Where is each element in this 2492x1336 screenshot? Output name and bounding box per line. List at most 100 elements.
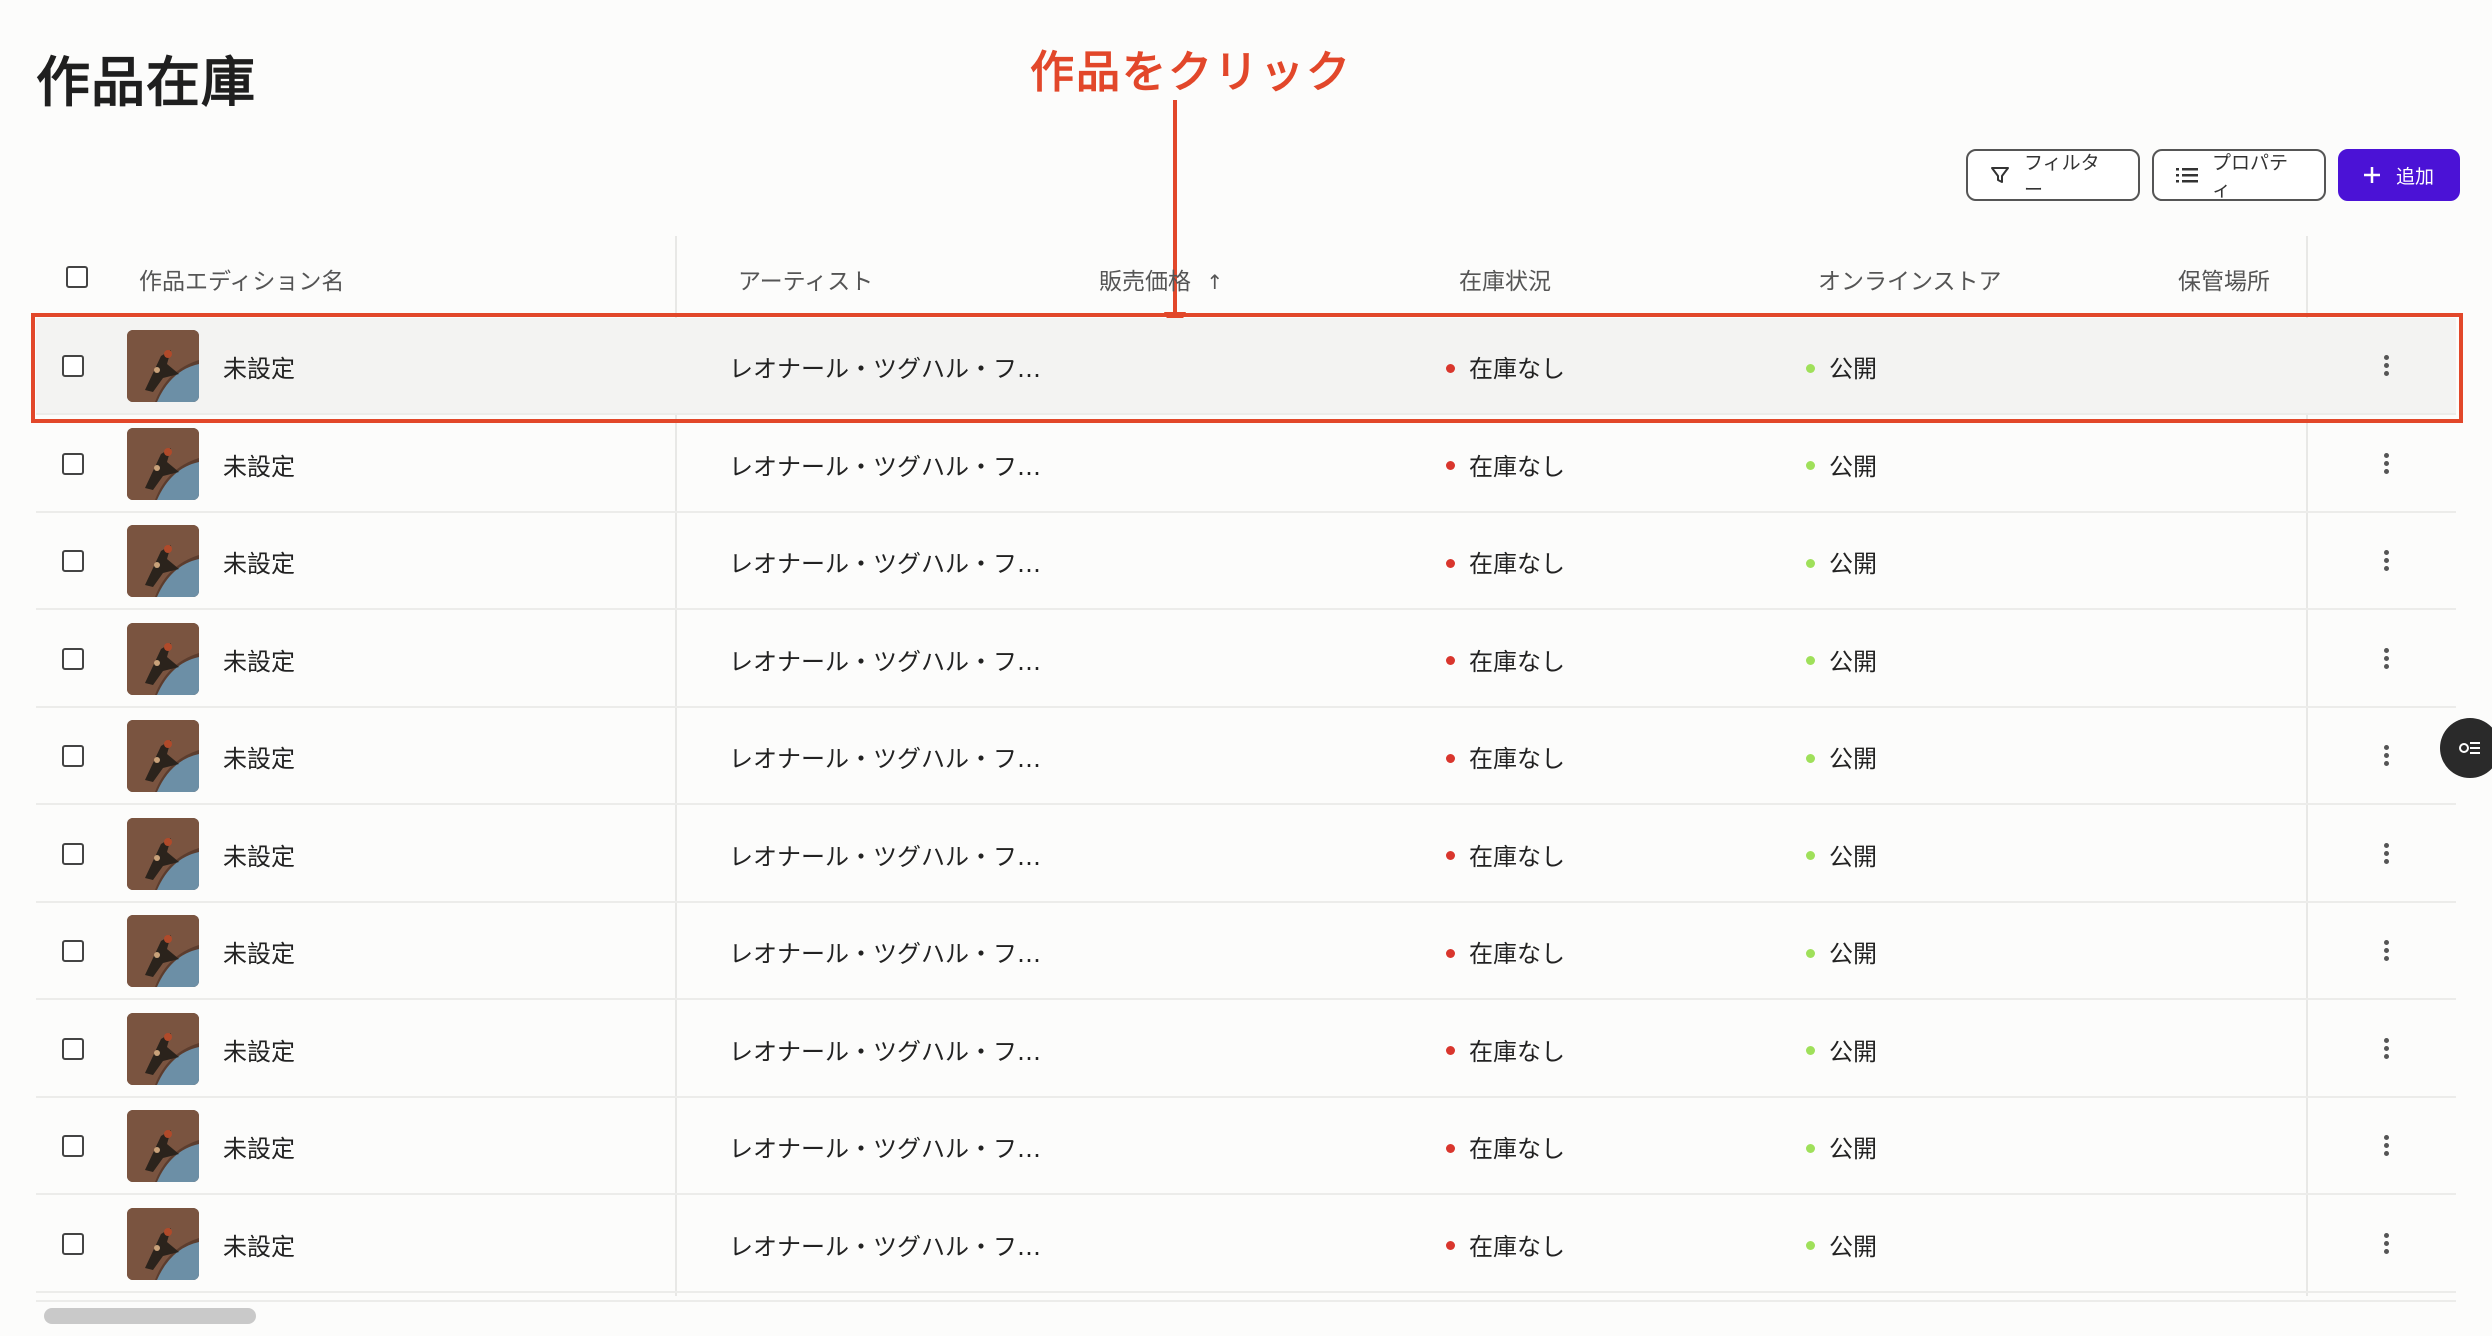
row-checkbox[interactable] xyxy=(62,1037,84,1060)
artwork-thumbnail[interactable] xyxy=(127,525,199,597)
artwork-thumbnail[interactable] xyxy=(127,817,199,890)
row-stock-status: 在庫なし xyxy=(1446,642,1565,677)
row-menu-icon[interactable] xyxy=(2376,840,2396,870)
row-menu-icon[interactable] xyxy=(2376,742,2396,772)
add-button[interactable]: 追加 xyxy=(2338,149,2460,201)
row-name[interactable]: 未設定 xyxy=(223,739,295,774)
row-menu-icon[interactable] xyxy=(2376,450,2396,480)
column-header-price-label: 販売価格 xyxy=(1099,269,1191,295)
published-dot-icon xyxy=(1806,1046,1815,1055)
table-header: 作品エディション名 アーティスト 販売価格 ↑ 在庫状況 オンラインストア 保管… xyxy=(36,244,2456,310)
row-name[interactable]: 未設定 xyxy=(223,447,295,482)
row-checkbox[interactable] xyxy=(62,940,84,962)
column-header-location[interactable]: 保管場所 xyxy=(2178,262,2270,296)
row-store-label: 公開 xyxy=(1829,355,1877,383)
table-row[interactable]: 未設定 レオナール・ツグハル・フ… 在庫なし 公開 xyxy=(36,611,2456,708)
row-store-label: 公開 xyxy=(1829,940,1877,968)
artwork-thumbnail[interactable] xyxy=(127,427,199,500)
row-name[interactable]: 未設定 xyxy=(223,1227,295,1262)
row-artist: レオナール・ツグハル・フ… xyxy=(729,1037,1041,1066)
row-checkbox[interactable] xyxy=(62,842,84,865)
list-icon xyxy=(2176,168,2198,183)
row-store-status: 公開 xyxy=(1806,544,1877,579)
row-stock-status: 在庫なし xyxy=(1446,1129,1565,1164)
table-row[interactable]: 未設定 レオナール・ツグハル・フ… 在庫なし 公開 xyxy=(36,806,2456,903)
published-dot-icon xyxy=(1806,656,1815,665)
row-artist: レオナール・ツグハル・フ… xyxy=(729,940,1041,968)
row-name[interactable]: 未設定 xyxy=(223,1129,295,1164)
row-store-status: 公開 xyxy=(1806,1032,1877,1067)
row-checkbox[interactable] xyxy=(62,1135,84,1157)
artwork-thumbnail[interactable] xyxy=(127,720,199,792)
row-store-label: 公開 xyxy=(1829,1135,1877,1163)
artwork-thumbnail[interactable] xyxy=(127,622,199,695)
row-menu-icon[interactable] xyxy=(2376,645,2396,675)
row-store-status: 公開 xyxy=(1806,837,1877,872)
out-of-stock-dot-icon xyxy=(1446,1241,1455,1250)
row-checkbox[interactable] xyxy=(62,452,84,475)
row-checkbox[interactable] xyxy=(62,355,84,377)
row-name[interactable]: 未設定 xyxy=(223,934,295,969)
column-header-price[interactable]: 販売価格 ↑ xyxy=(1099,262,1223,296)
artwork-thumbnail[interactable] xyxy=(127,1012,199,1085)
row-menu-icon[interactable] xyxy=(2376,547,2396,577)
artwork-thumbnail[interactable] xyxy=(127,330,199,402)
row-stock-status: 在庫なし xyxy=(1446,544,1565,579)
row-checkbox[interactable] xyxy=(62,550,84,572)
out-of-stock-dot-icon xyxy=(1446,1143,1455,1153)
row-checkbox[interactable] xyxy=(62,1232,84,1255)
row-store-status: 公開 xyxy=(1806,447,1877,482)
filter-button[interactable]: フィルター xyxy=(1966,149,2140,201)
row-menu-icon[interactable] xyxy=(2376,937,2396,967)
published-dot-icon xyxy=(1806,363,1815,373)
row-menu-icon[interactable] xyxy=(2376,1132,2396,1162)
row-name[interactable]: 未設定 xyxy=(223,642,295,677)
row-stock-status: 在庫なし xyxy=(1446,739,1565,774)
row-artist: レオナール・ツグハル・フ… xyxy=(729,647,1041,676)
column-header-name[interactable]: 作品エディション名 xyxy=(139,262,344,296)
sort-ascending-icon: ↑ xyxy=(1206,270,1224,294)
row-artist: レオナール・ツグハル・フ… xyxy=(729,452,1041,481)
select-all-checkbox[interactable] xyxy=(66,266,88,288)
out-of-stock-dot-icon xyxy=(1446,1046,1455,1055)
artwork-thumbnail[interactable] xyxy=(127,1207,199,1280)
row-menu-icon[interactable] xyxy=(2376,1230,2396,1260)
artwork-thumbnail[interactable] xyxy=(127,915,199,987)
row-store-status: 公開 xyxy=(1806,1227,1877,1262)
floating-action-button[interactable] xyxy=(2440,718,2492,778)
column-header-stock[interactable]: 在庫状況 xyxy=(1459,262,1551,296)
row-name[interactable]: 未設定 xyxy=(223,1032,295,1067)
properties-button[interactable]: プロパティ xyxy=(2152,149,2326,201)
table-row[interactable]: 未設定 レオナール・ツグハル・フ… 在庫なし 公開 xyxy=(36,1098,2456,1195)
row-store-status: 公開 xyxy=(1806,349,1877,384)
table-row[interactable]: 未設定 レオナール・ツグハル・フ… 在庫なし 公開 xyxy=(36,513,2456,610)
published-dot-icon xyxy=(1806,948,1815,958)
row-stock-label: 在庫なし xyxy=(1469,647,1565,676)
published-dot-icon xyxy=(1806,558,1815,568)
row-checkbox[interactable] xyxy=(62,745,84,767)
row-name[interactable]: 未設定 xyxy=(223,544,295,579)
column-header-artist[interactable]: アーティスト xyxy=(738,262,873,296)
row-stock-label: 在庫なし xyxy=(1469,940,1565,968)
out-of-stock-dot-icon xyxy=(1446,558,1455,568)
table-row[interactable]: 未設定 レオナール・ツグハル・フ… 在庫なし 公開 xyxy=(36,903,2456,1000)
row-menu-icon[interactable] xyxy=(2376,352,2396,382)
published-dot-icon xyxy=(1806,1143,1815,1153)
table-row[interactable]: 未設定 レオナール・ツグハル・フ… 在庫なし 公開 xyxy=(36,416,2456,513)
table-row[interactable]: 未設定 レオナール・ツグハル・フ… 在庫なし 公開 xyxy=(36,318,2456,415)
row-name[interactable]: 未設定 xyxy=(223,349,295,384)
row-menu-icon[interactable] xyxy=(2376,1035,2396,1065)
row-artist: レオナール・ツグハル・フ… xyxy=(729,1135,1041,1163)
menu-list-icon xyxy=(2459,742,2480,754)
row-name[interactable]: 未設定 xyxy=(223,837,295,872)
artwork-thumbnail[interactable] xyxy=(127,1110,199,1182)
row-checkbox[interactable] xyxy=(62,647,84,670)
table-row[interactable]: 未設定 レオナール・ツグハル・フ… 在庫なし 公開 xyxy=(36,1196,2456,1293)
table-row[interactable]: 未設定 レオナール・ツグハル・フ… 在庫なし 公開 xyxy=(36,708,2456,805)
row-store-status: 公開 xyxy=(1806,642,1877,677)
row-stock-label: 在庫なし xyxy=(1469,1037,1565,1066)
table-row[interactable]: 未設定 レオナール・ツグハル・フ… 在庫なし 公開 xyxy=(36,1001,2456,1098)
column-header-store[interactable]: オンラインストア xyxy=(1818,262,2002,296)
horizontal-scrollbar[interactable] xyxy=(36,1300,2456,1328)
scrollbar-thumb[interactable] xyxy=(44,1308,256,1324)
